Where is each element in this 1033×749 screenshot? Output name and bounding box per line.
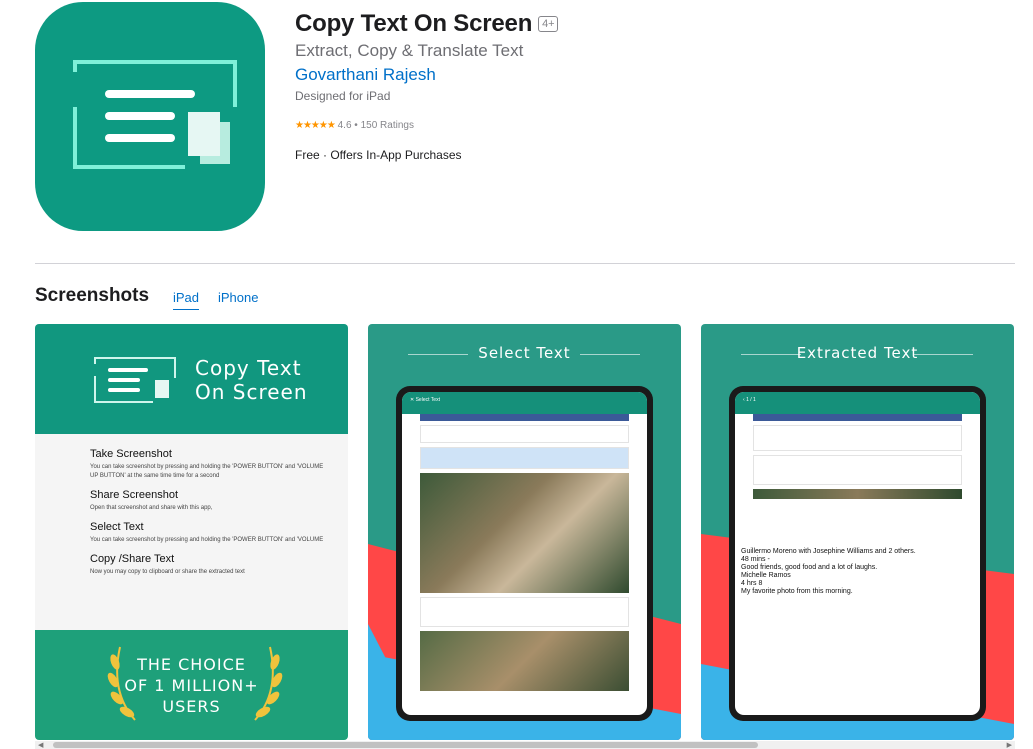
price-label: Free · Offers In-App Purchases — [295, 148, 462, 162]
extracted-line: 48 mins - — [741, 556, 770, 563]
step-text: Open that screenshot and share with this… — [90, 505, 213, 511]
app-title-text: Copy Text On Screen — [295, 10, 533, 37]
app-title: Copy Text On Screen 4+ — [295, 10, 559, 38]
scroll-right-icon[interactable]: ▶ — [1007, 741, 1012, 749]
screenshot-3[interactable]: Extracted Text ‹ 1 / 1 Guillermo Moreno … — [701, 324, 1014, 740]
star-rating-icon: ★★★★★ — [295, 120, 336, 131]
screenshot-2[interactable]: Select Text ✕ Select Text — [368, 324, 681, 740]
rating-text: 4.6 • 150 Ratings — [337, 120, 414, 131]
tab-ipad[interactable]: iPad — [173, 290, 200, 310]
feed-post-composer — [753, 425, 962, 451]
feed-header-bar — [420, 414, 629, 421]
extracted-line: 4 hrs 8 — [741, 580, 763, 587]
extracted-line: Michelle Ramos — [741, 572, 791, 579]
ipad-frame: ‹ 1 / 1 Guillermo Moreno with Josephine … — [729, 386, 986, 721]
toolbar-title: Select Text — [415, 397, 440, 403]
choice-line-2: OF 1 MILLION+ — [124, 676, 259, 695]
scrollbar-thumb[interactable] — [53, 742, 758, 748]
feed-post-composer — [420, 425, 629, 443]
step-text: Now you may copy to clipboard or share t… — [90, 569, 245, 575]
developer-link[interactable]: Govarthani Rajesh — [295, 65, 436, 85]
step-heading: Copy /Share Text — [90, 553, 175, 565]
feed-post — [420, 597, 629, 627]
title-line-2: On Screen — [195, 380, 308, 404]
step-text: You can take screenshot by pressing and … — [90, 464, 324, 479]
extracted-text: Guillermo Moreno with Josephine Williams… — [741, 548, 971, 596]
app-subtitle: Extract, Copy & Translate Text — [295, 41, 524, 60]
screen-toolbar: ✕ Select Text — [402, 392, 647, 414]
screenshots-heading: Screenshots — [35, 285, 150, 306]
scroll-left-icon[interactable]: ◀ — [38, 741, 43, 749]
ipad-frame: ✕ Select Text — [396, 386, 653, 721]
step-heading: Share Screenshot — [90, 489, 179, 501]
step-heading: Take Screenshot — [90, 448, 172, 460]
rating-row: ★★★★★ 4.6 • 150 Ratings — [295, 120, 414, 131]
screenshot-1-title: Copy Text On Screen — [195, 356, 308, 404]
extracted-line: My favorite photo from this morning. — [741, 588, 853, 595]
screenshot-caption: Select Text — [478, 344, 571, 362]
screenshot-caption: Extracted Text — [796, 344, 919, 362]
feed-post — [753, 455, 962, 485]
tab-iphone[interactable]: iPhone — [218, 290, 258, 305]
age-rating-badge: 4+ — [538, 16, 559, 32]
choice-text: THE CHOICE OF 1 MILLION+ USERS — [35, 654, 348, 717]
ipad-screen: ‹ 1 / 1 Guillermo Moreno with Josephine … — [735, 392, 980, 715]
app-icon — [35, 2, 265, 231]
copy-text-logo-icon — [94, 357, 176, 403]
choice-line-3: USERS — [162, 697, 221, 716]
section-divider — [35, 263, 1015, 264]
designed-for-label: Designed for iPad — [295, 89, 391, 103]
close-icon: ✕ — [410, 397, 415, 403]
steps-list: Take Screenshot You can take screenshot … — [90, 440, 330, 577]
copy-text-logo-icon — [73, 60, 237, 169]
extracted-line: Guillermo Moreno with Josephine Williams… — [741, 548, 916, 555]
feed-photo — [753, 489, 962, 499]
feed-photo — [420, 631, 629, 691]
screen-toolbar: ‹ 1 / 1 — [735, 392, 980, 414]
extracted-line: Good friends, good food and a lot of lau… — [741, 564, 878, 571]
step-heading: Select Text — [90, 521, 144, 533]
ipad-screen: ✕ Select Text — [402, 392, 647, 715]
back-icon: ‹ — [743, 397, 745, 403]
toolbar-title: 1 / 1 — [746, 397, 756, 403]
feed-post-highlight — [420, 447, 629, 469]
screenshot-1[interactable]: Copy Text On Screen Take Screenshot You … — [35, 324, 348, 740]
choice-line-1: THE CHOICE — [137, 655, 246, 674]
screenshots-scrollbar[interactable]: ◀ ▶ — [35, 741, 1015, 749]
feed-photo — [420, 473, 629, 593]
title-line-1: Copy Text — [195, 356, 302, 380]
feed-header-bar — [753, 414, 962, 421]
step-text: You can take screenshot by pressing and … — [90, 537, 324, 543]
